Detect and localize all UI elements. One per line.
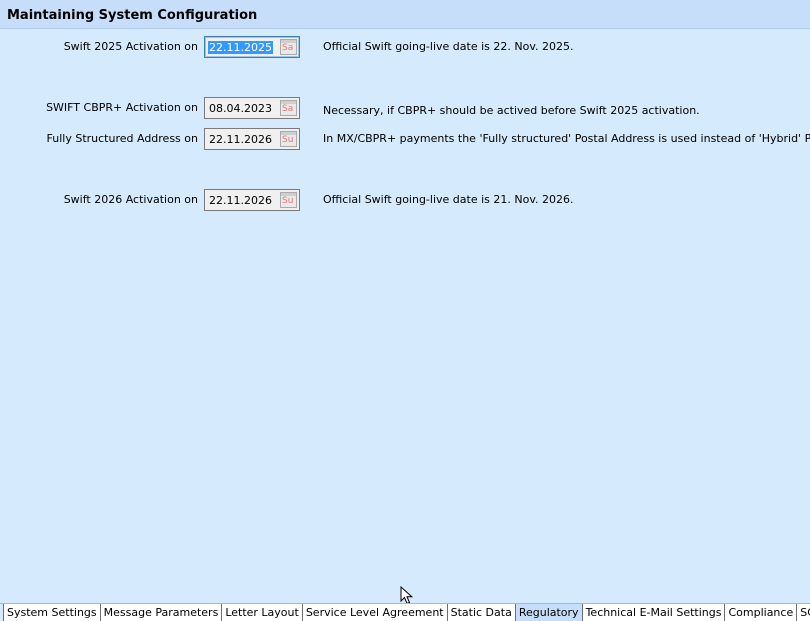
fully-structured-address-description: In MX/CBPR+ payments the 'Fully structur… [323,132,810,145]
calendar-icon[interactable]: Sa [280,39,297,55]
swift-2025-activation-date-field[interactable]: 22.11.2025 Sa [204,36,300,58]
title-bar: Maintaining System Configuration [0,0,810,29]
calendar-icon[interactable]: Su [280,192,297,208]
date-value[interactable]: 22.11.2025 [208,41,273,54]
swift-2025-activation-label: Swift 2025 Activation on [63,40,198,53]
tab-letter-layout[interactable]: Letter Layout [221,604,302,621]
swift-2026-activation-label: Swift 2026 Activation on [63,193,198,206]
tab-scf[interactable]: SCF [796,604,810,621]
date-value[interactable]: 22.11.2026 [208,194,273,207]
tab-technical-email-settings[interactable]: Technical E-Mail Settings [581,604,725,621]
tab-message-parameters[interactable]: Message Parameters [99,604,222,621]
swift-2026-activation-date-field[interactable]: 22.11.2026 Su [204,189,300,211]
cbpr-activation-date-field[interactable]: 08.04.2023 Sa [204,97,300,119]
cbpr-activation-label: SWIFT CBPR+ Activation on [46,101,198,114]
tab-bar: System Settings Message Parameters Lette… [0,603,810,621]
weekday-label: Sa [282,43,294,53]
date-value[interactable]: 08.04.2023 [208,102,273,115]
cbpr-activation-description: Necessary, if CBPR+ should be actived be… [323,104,700,117]
tab-regulatory[interactable]: Regulatory [514,604,582,621]
page-title: Maintaining System Configuration [7,8,258,23]
calendar-icon[interactable]: Su [280,131,297,147]
fully-structured-address-date-field[interactable]: 22.11.2026 Su [204,128,300,150]
weekday-label: Su [282,135,294,145]
tab-static-data[interactable]: Static Data [446,604,515,621]
tab-compliance[interactable]: Compliance [724,604,797,621]
weekday-label: Su [282,196,294,206]
tab-system-settings[interactable]: System Settings [3,604,100,621]
swift-2025-activation-description: Official Swift going-live date is 22. No… [323,40,574,53]
calendar-icon[interactable]: Sa [280,100,297,116]
date-value[interactable]: 22.11.2026 [208,133,273,146]
swift-2026-activation-description: Official Swift going-live date is 21. No… [323,193,574,206]
fully-structured-address-label: Fully Structured Address on [46,132,198,145]
tab-service-level-agreement[interactable]: Service Level Agreement [301,604,447,621]
weekday-label: Sa [282,104,294,114]
